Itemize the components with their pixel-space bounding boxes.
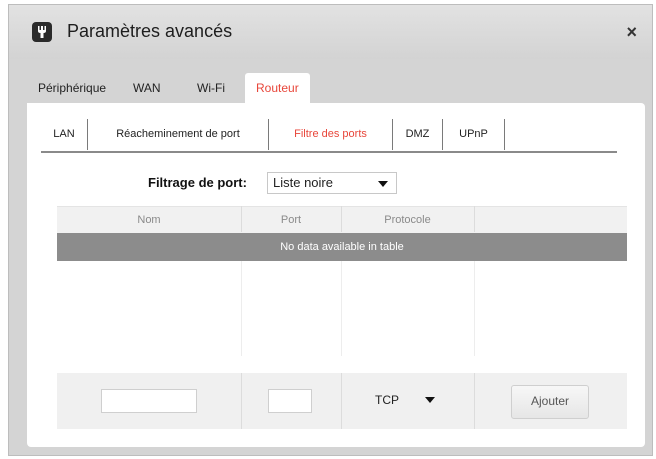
sub-tab-bar: LAN Réacheminement de port Filtre des po… (41, 119, 617, 153)
column-divider (474, 206, 475, 232)
main-tab-bar: Périphérique WAN Wi-Fi Routeur (9, 73, 652, 103)
subtab-upnp[interactable]: UPnP (443, 119, 505, 150)
column-divider (341, 373, 342, 429)
tab-wan[interactable]: WAN (133, 73, 161, 103)
add-rule-row: TCP Ajouter (57, 373, 627, 429)
port-input[interactable] (268, 389, 312, 413)
column-divider (341, 206, 342, 232)
column-divider (341, 261, 342, 356)
routeur-panel: LAN Réacheminement de port Filtre des po… (27, 103, 645, 447)
column-divider (474, 261, 475, 356)
tab-wifi[interactable]: Wi-Fi (197, 73, 225, 103)
tab-routeur[interactable]: Routeur (245, 73, 310, 103)
name-input[interactable] (101, 389, 197, 413)
port-filter-label: Filtrage de port: (148, 175, 247, 190)
subtab-port-forwarding[interactable]: Réacheminement de port (88, 119, 269, 150)
close-icon[interactable]: × (626, 23, 637, 41)
subtab-dmz[interactable]: DMZ (393, 119, 443, 150)
column-header-protocole[interactable]: Protocole (341, 207, 474, 233)
column-divider (241, 261, 242, 356)
empty-table-message: No data available in table (57, 233, 627, 261)
chevron-down-icon (378, 181, 388, 187)
chevron-down-icon (425, 397, 435, 403)
dialog-title: Paramètres avancés (67, 21, 233, 41)
tab-peripherique[interactable]: Périphérique (38, 73, 106, 103)
column-divider (241, 373, 242, 429)
add-button[interactable]: Ajouter (511, 385, 589, 419)
subtab-port-filter[interactable]: Filtre des ports (269, 119, 393, 150)
column-divider (474, 373, 475, 429)
table-header: Nom Port Protocole (57, 206, 627, 233)
column-header-nom[interactable]: Nom (57, 207, 241, 233)
column-header-port[interactable]: Port (241, 207, 341, 233)
port-filter-selected-value: Liste noire (273, 175, 333, 190)
advanced-settings-dialog: Paramètres avancés × Périphérique WAN Wi… (8, 4, 653, 456)
protocol-selected-value: TCP (375, 393, 399, 407)
wrench-icon (32, 22, 52, 42)
port-filter-select[interactable]: Liste noire (267, 172, 397, 194)
dialog-titlebar: Paramètres avancés × (9, 5, 652, 59)
column-divider (241, 206, 242, 232)
subtab-lan[interactable]: LAN (41, 119, 88, 150)
protocol-select[interactable]: TCP (373, 390, 439, 410)
